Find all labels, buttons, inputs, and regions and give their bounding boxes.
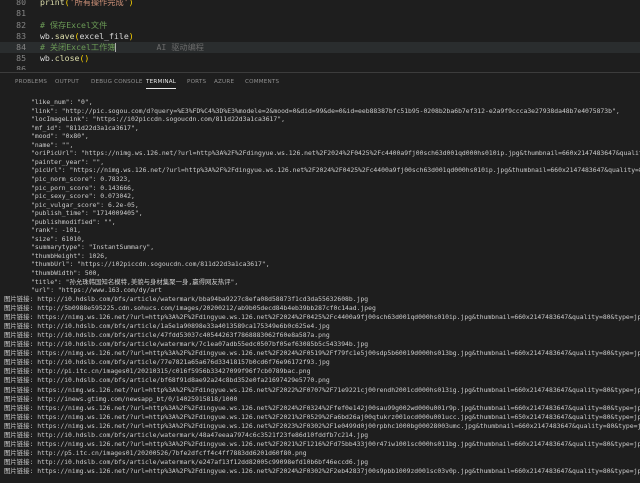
code-line[interactable]: 84 # 关闭Excel工作簿 AI 驱动编程 (0, 42, 640, 53)
line-number: 82 (16, 20, 26, 30)
code-token: wb. (40, 31, 55, 41)
tab-terminal[interactable]: TERMINAL (146, 79, 177, 89)
code-line[interactable]: 80 print('所有操作完成') (0, 0, 640, 8)
line-number: 85 (16, 53, 26, 63)
code-line[interactable]: 83 wb.save(excel_file) (0, 31, 640, 42)
code-token: save (54, 31, 75, 41)
line-number: 86 (16, 64, 26, 70)
terminal-output[interactable]: "like_num": "0", "link": "http://pic.sogo… (0, 94, 640, 483)
text-cursor (115, 43, 117, 52)
tab-ports[interactable]: PORTS (187, 79, 206, 85)
tab-problems[interactable]: PROBLEMS (15, 79, 47, 85)
code-line[interactable]: 86 (0, 64, 640, 70)
terminal-link-line: 图片链接: https://nimg.ws.126.net/?url=http%… (4, 466, 640, 475)
line-number: 83 (16, 31, 26, 41)
panel-tab-bar: PROBLEMS OUTPUT DEBUG CONSOLE TERMINAL PORTS… (0, 72, 640, 92)
code-text: wb.save(excel_file) (40, 31, 134, 42)
code-text: # 保存Excel文件 (40, 20, 107, 31)
tab-azure[interactable]: AZURE (214, 79, 234, 85)
code-line[interactable]: 81 (0, 8, 640, 19)
code-token: () (79, 53, 90, 63)
tab-output[interactable]: OUTPUT (55, 79, 79, 85)
code-token: # 关闭Excel工作簿 (40, 42, 116, 52)
tab-debug-console[interactable]: DEBUG CONSOLE (91, 79, 143, 85)
code-line[interactable]: 82 # 保存Excel文件 (0, 20, 640, 31)
tab-comments[interactable]: COMMENTS (245, 79, 279, 85)
code-token: wb. (40, 53, 55, 63)
ai-ghost-hint: AI 驱动编程 (156, 42, 204, 52)
code-text: # 关闭Excel工作簿 AI 驱动编程 (40, 42, 204, 53)
code-editor[interactable]: 80 print('所有操作完成') 81 82 # 保存Excel文件 83 wb.sav… (0, 0, 640, 70)
code-token: # 保存Excel文件 (40, 20, 108, 30)
code-token: excel_file (79, 31, 129, 41)
code-token: '所有操作完成' (69, 0, 129, 7)
line-number: 81 (16, 8, 26, 18)
code-line[interactable]: 85 wb.close() (0, 53, 640, 64)
code-token: close (54, 53, 80, 63)
code-text: print('所有操作完成') (40, 0, 134, 8)
code-token: ) (128, 31, 134, 41)
line-number: 80 (16, 0, 26, 7)
code-token: print (40, 0, 65, 7)
line-number: 84 (16, 42, 26, 52)
code-text: wb.close() (40, 53, 89, 64)
code-token: ) (128, 0, 134, 7)
